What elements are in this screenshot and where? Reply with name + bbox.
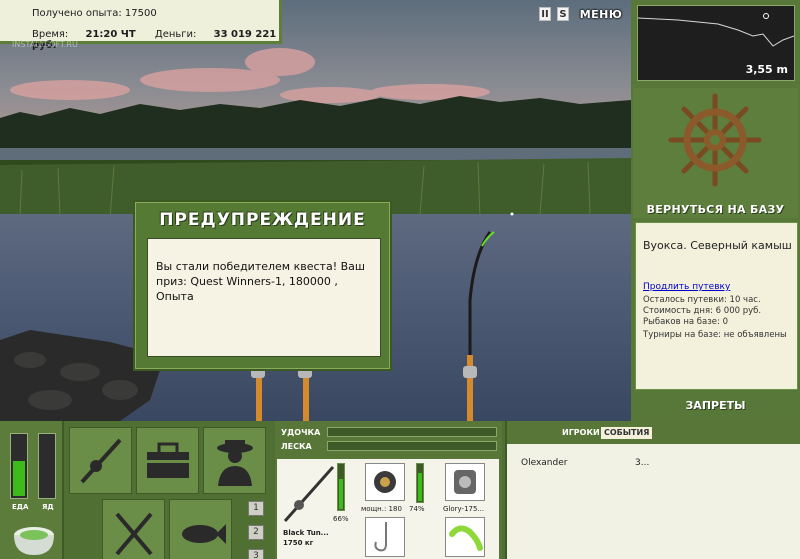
line-label: ЛЕСКА xyxy=(281,442,312,451)
watermark-text: INSTALLSOFT.RU xyxy=(12,40,78,49)
needs-gauges: ЕДА ЯД xyxy=(0,421,64,559)
reel-durability-bar xyxy=(416,463,424,503)
tackle-box-icon xyxy=(147,442,189,478)
dialog-message: Вы стали победителем квеста! Ваш приз: Q… xyxy=(147,238,381,357)
menu-button[interactable]: МЕНЮ xyxy=(578,6,624,24)
slot-rods[interactable] xyxy=(69,427,132,494)
slot-number-3[interactable]: 3 xyxy=(248,549,264,559)
slot-fish[interactable] xyxy=(169,499,232,559)
line-tension-bar xyxy=(327,441,497,451)
event-value: 3... xyxy=(635,458,650,468)
warning-dialog: ПРЕДУПРЕЖДЕНИЕ Вы стали победителем квес… xyxy=(133,200,392,371)
bans-button[interactable]: ЗАПРЕТЫ xyxy=(631,399,800,412)
base-info-panel: Вуокса. Северный камыш Продлить путевку … xyxy=(635,222,798,390)
reel-slot[interactable] xyxy=(365,463,405,501)
tab-events[interactable]: СОБЫТИЯ xyxy=(601,427,653,439)
rod-label: УДОЧКА xyxy=(281,428,321,437)
event-player-name: Olexander xyxy=(521,458,568,468)
bait-slot[interactable] xyxy=(445,517,485,557)
time-value: 21:20 ЧТ xyxy=(85,29,136,40)
fork-knife-icon xyxy=(115,512,153,556)
rod-percent: 66% xyxy=(333,515,349,523)
ship-wheel-icon xyxy=(668,93,762,187)
fish-icon xyxy=(182,524,226,544)
rod-reel-icon xyxy=(80,438,122,484)
rod-icon[interactable] xyxy=(281,463,337,525)
dialog-title: ПРЕДУПРЕЖДЕНИЕ xyxy=(159,210,366,230)
reel-percent: 74% xyxy=(409,505,425,513)
poison-label: ЯД xyxy=(42,503,54,511)
reel-power: мощн.: 180 xyxy=(361,505,402,513)
time-label: Время: xyxy=(32,29,69,40)
renew-permit-link[interactable]: Продлить путевку xyxy=(643,282,730,292)
right-panel: 3,55 m ВЕРНУТЬСЯ НА БАЗУ Вуокса. Северны… xyxy=(631,0,800,421)
sound-button[interactable]: S xyxy=(557,7,569,21)
tournaments-status: Турниры на базе: не объявлены xyxy=(643,330,787,340)
food-pot-icon[interactable] xyxy=(10,517,58,557)
day-cost: Стоимость дня: 6 000 руб. xyxy=(643,306,762,316)
events-panel: ИГРОКИ СОБЫТИЯ Olexander 3... xyxy=(505,421,800,559)
poison-gauge xyxy=(38,433,56,499)
fisherman-icon xyxy=(217,440,253,486)
rod-tension-bar xyxy=(327,427,497,437)
rod-durability-fill xyxy=(339,478,343,509)
experience-text: Получено опыта: 17500 xyxy=(32,8,157,19)
money-label: Деньги: xyxy=(154,29,197,40)
line-slot[interactable] xyxy=(445,463,485,501)
base-name: Вуокса. Северный камыш xyxy=(643,239,792,252)
reel-icon xyxy=(374,471,396,493)
tackle-items: 66% Black Tun... 1750 кг мощн.: 180 74% … xyxy=(277,459,499,559)
ship-wheel-area[interactable] xyxy=(633,88,798,218)
food-label: ЕДА xyxy=(12,503,29,511)
rod-name: Black Tun... xyxy=(283,529,329,537)
slot-number-1[interactable]: 1 xyxy=(248,501,264,516)
slot-tackle-box[interactable] xyxy=(136,427,199,494)
pause-button[interactable]: II xyxy=(539,7,551,21)
food-gauge xyxy=(10,433,28,499)
bottom-bar: ЕДА ЯД 1 2 3 УДОЧКА ЛЕСКА 66% Black Tun.… xyxy=(0,421,800,559)
reel-durability-fill xyxy=(418,472,422,501)
player-stats-panel: Получено опыта: 17500 Время: 21:20 ЧТ Де… xyxy=(0,0,282,51)
fishing-scene[interactable]: Получено опыта: 17500 Время: 21:20 ЧТ Де… xyxy=(0,0,631,421)
depth-value: 3,55 m xyxy=(745,63,788,76)
line-spool-icon xyxy=(454,470,476,494)
rod-durability-bar xyxy=(337,463,345,511)
slot-food[interactable] xyxy=(102,499,165,559)
food-gauge-fill xyxy=(13,460,25,496)
slot-character[interactable] xyxy=(203,427,266,494)
float-marker-icon xyxy=(763,13,769,19)
return-to-base-button[interactable]: ВЕРНУТЬСЯ НА БАЗУ xyxy=(631,203,800,216)
rod-weight: 1750 кг xyxy=(283,539,314,547)
worm-bait-icon xyxy=(449,525,483,551)
depth-chart: 3,55 m xyxy=(637,5,795,81)
hook-slot[interactable] xyxy=(365,517,405,557)
events-tabs: ИГРОКИ СОБЫТИЯ xyxy=(507,421,800,444)
tackle-panel: УДОЧКА ЛЕСКА 66% Black Tun... 1750 кг мо… xyxy=(275,421,502,559)
hook-icon xyxy=(374,522,387,552)
permit-remaining: Осталось путевки: 10 час. xyxy=(643,295,761,305)
fishers-count: Рыбаков на базе: 0 xyxy=(643,317,728,327)
tab-players[interactable]: ИГРОКИ xyxy=(559,427,603,439)
slot-number-2[interactable]: 2 xyxy=(248,525,264,540)
line-name: Glory-175... xyxy=(443,505,485,513)
